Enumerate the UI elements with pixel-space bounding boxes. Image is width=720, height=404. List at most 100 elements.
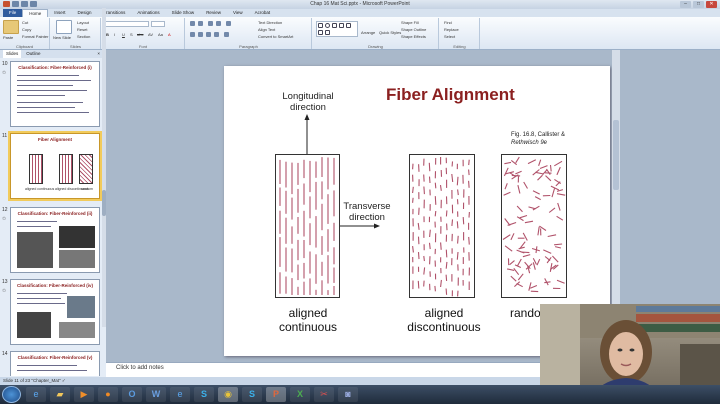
fiber-segment (534, 196, 541, 201)
fiber-segment (505, 171, 515, 175)
fiber-segment (417, 280, 420, 289)
fiber-segment (503, 167, 509, 177)
fiber-segment (518, 246, 525, 250)
fiber-segment (503, 191, 511, 196)
fiber-segment (522, 232, 528, 241)
arrowhead-right-icon (374, 223, 380, 229)
firefox-icon[interactable]: ● (98, 387, 118, 402)
fiber-segment (428, 176, 431, 184)
fiber-segment (546, 168, 551, 175)
fiber-segment (510, 233, 515, 241)
word-icon[interactable]: W (146, 387, 166, 402)
folder-icon[interactable]: ▰ (50, 387, 70, 402)
fiber-segment (519, 214, 528, 219)
fiber-segment (549, 263, 553, 272)
fiber-segment (524, 220, 534, 224)
fiber-segment (536, 258, 541, 266)
fiber-segment (445, 288, 448, 295)
fiber-segment (457, 235, 459, 244)
status-bar: Slide 11 of 23 "Chapter_Mat" ✓ (0, 377, 540, 385)
skype-icon-2[interactable]: S (242, 387, 262, 402)
fiber-segment (556, 279, 565, 284)
fiber-segment (417, 222, 420, 230)
fiber-segment (527, 159, 537, 165)
powerpoint-icon[interactable]: P (266, 387, 286, 402)
fiber-segment (556, 215, 564, 221)
fiber-segment (537, 174, 543, 181)
fiber-segment (468, 236, 470, 245)
eye (617, 348, 623, 352)
fiber-segment (506, 268, 515, 271)
fiber-segment (528, 282, 532, 291)
fiber-segment (428, 162, 431, 172)
fiber-segment (445, 261, 448, 269)
chrome-icon[interactable]: ◉ (218, 387, 238, 402)
face (609, 332, 643, 376)
fiber-segment (515, 170, 522, 175)
fiber-segment (517, 184, 521, 194)
fiber-segment (423, 267, 426, 275)
fiber-segment (529, 284, 538, 289)
fiber-segment (545, 175, 552, 182)
camera-icon[interactable]: ◙ (338, 387, 358, 402)
eye (629, 348, 635, 352)
fiber-segment (547, 234, 557, 238)
fiber-segment (532, 262, 536, 270)
fiber-segment (504, 183, 508, 190)
book-row (636, 306, 720, 312)
scroll-thumb[interactable] (613, 120, 619, 190)
fiber-segment (509, 260, 515, 266)
fiber-segment (548, 207, 556, 213)
snipping-icon[interactable]: ✂ (314, 387, 334, 402)
notes-placeholder[interactable]: Click to add notes (116, 365, 164, 371)
aligned-discontinuous-fibers (409, 154, 475, 298)
fiber-segment (434, 210, 437, 217)
fiber-segment (502, 234, 511, 240)
fiber-segment (515, 156, 520, 164)
fiber-segment (440, 279, 442, 288)
fiber-segment (434, 196, 437, 205)
random-fibers (501, 154, 567, 298)
fiber-segment (445, 274, 448, 281)
fiber-segment (543, 249, 552, 254)
notes-pane[interactable] (106, 362, 540, 377)
excel-icon[interactable]: X (290, 387, 310, 402)
fiber-segment (412, 197, 414, 203)
fiber-segment (429, 229, 431, 238)
fiber-segment (532, 190, 540, 195)
ie-icon-2[interactable]: e (170, 387, 190, 402)
fiber-segment (412, 246, 414, 253)
fiber-segment (434, 285, 436, 292)
fiber-segment (539, 165, 548, 170)
aligned-continuous-fibers (275, 154, 340, 298)
fiber-segment (504, 245, 513, 252)
ie-icon[interactable]: e (26, 387, 46, 402)
fiber-segment (537, 226, 540, 236)
fiber-segment (456, 251, 459, 260)
fiber-segment (457, 189, 459, 196)
arrowhead-up-icon (304, 114, 310, 120)
fiber-segment (417, 252, 420, 260)
fiber-segment (434, 182, 437, 189)
fiber-segment (439, 185, 442, 191)
random-fiber-svg (502, 156, 566, 293)
fiber-segment (549, 164, 552, 172)
outlook-icon[interactable]: O (122, 387, 142, 402)
fiber-segment (510, 275, 517, 282)
discontinuous-fiber-svg (412, 157, 470, 297)
fiber-segment (552, 255, 559, 263)
fiber-segment (535, 171, 544, 175)
skype-icon[interactable]: S (194, 387, 214, 402)
fiber-segment (517, 273, 524, 281)
fiber-segment (456, 221, 459, 229)
fiber-segment (423, 186, 425, 195)
media-icon[interactable]: ▶ (74, 387, 94, 402)
fiber-segment (544, 256, 551, 262)
fiber-segment (423, 255, 425, 262)
fiber-segment (554, 246, 562, 249)
continuous-fiber-svg (279, 157, 335, 295)
fiber-segment (516, 258, 522, 267)
start-icon[interactable] (2, 386, 21, 403)
fiber-segment (440, 242, 442, 250)
fiber-segment (504, 161, 512, 165)
